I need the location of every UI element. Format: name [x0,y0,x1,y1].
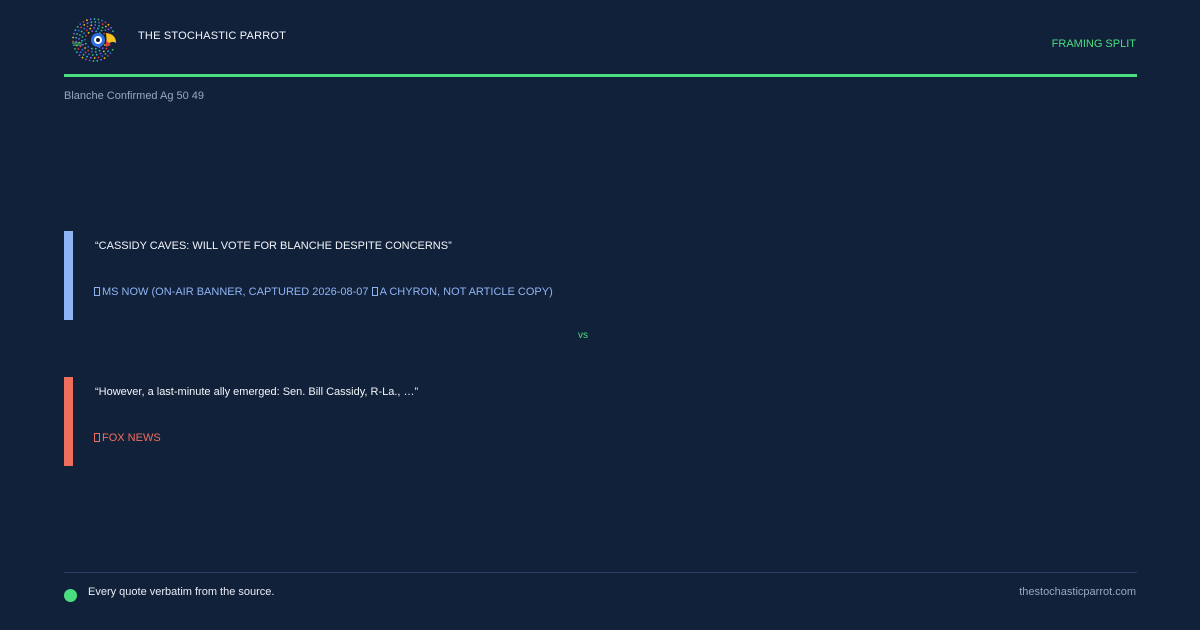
quote-text: “CASSIDY CAVES: WILL VOTE FOR BLANCHE DE… [95,240,452,252]
header-divider [64,74,1137,77]
quote-accent-bar [64,231,73,320]
quote-attribution: FOX NEWS [94,432,161,444]
quote-attribution: MS NOW (ON-AIR BANNER, CAPTURED 2026-08-… [94,286,553,298]
quote-card-msnow: “CASSIDY CAVES: WILL VOTE FOR BLANCHE DE… [64,231,1137,320]
footer-note: Every quote verbatim from the source. [88,586,275,598]
source-glyph-icon [94,287,100,296]
site-link[interactable]: thestochasticparrot.com [1019,586,1136,598]
status-dot-icon [64,589,77,602]
source-glyph-icon [371,287,378,296]
story-slug: Blanche Confirmed Ag 50 49 [64,90,205,102]
footer-divider [64,572,1137,573]
parrot-logo-icon [70,17,118,63]
mode-label: FRAMING SPLIT [1051,38,1136,50]
quote-source: FOX NEWS [102,432,161,444]
brand-name: THE STOCHASTIC PARROT [138,30,287,42]
versus-label: vs [578,330,588,341]
quote-text: “However, a last-minute ally emerged: Se… [95,386,419,398]
source-glyph-icon [94,433,100,442]
quote-source: MS NOW (ON-AIR BANNER, CAPTURED 2026-08-… [102,286,369,298]
quote-source-note: A CHYRON, NOT ARTICLE COPY) [379,286,553,298]
quote-accent-bar [64,377,73,466]
quote-card-foxnews: “However, a last-minute ally emerged: Se… [64,377,1137,466]
